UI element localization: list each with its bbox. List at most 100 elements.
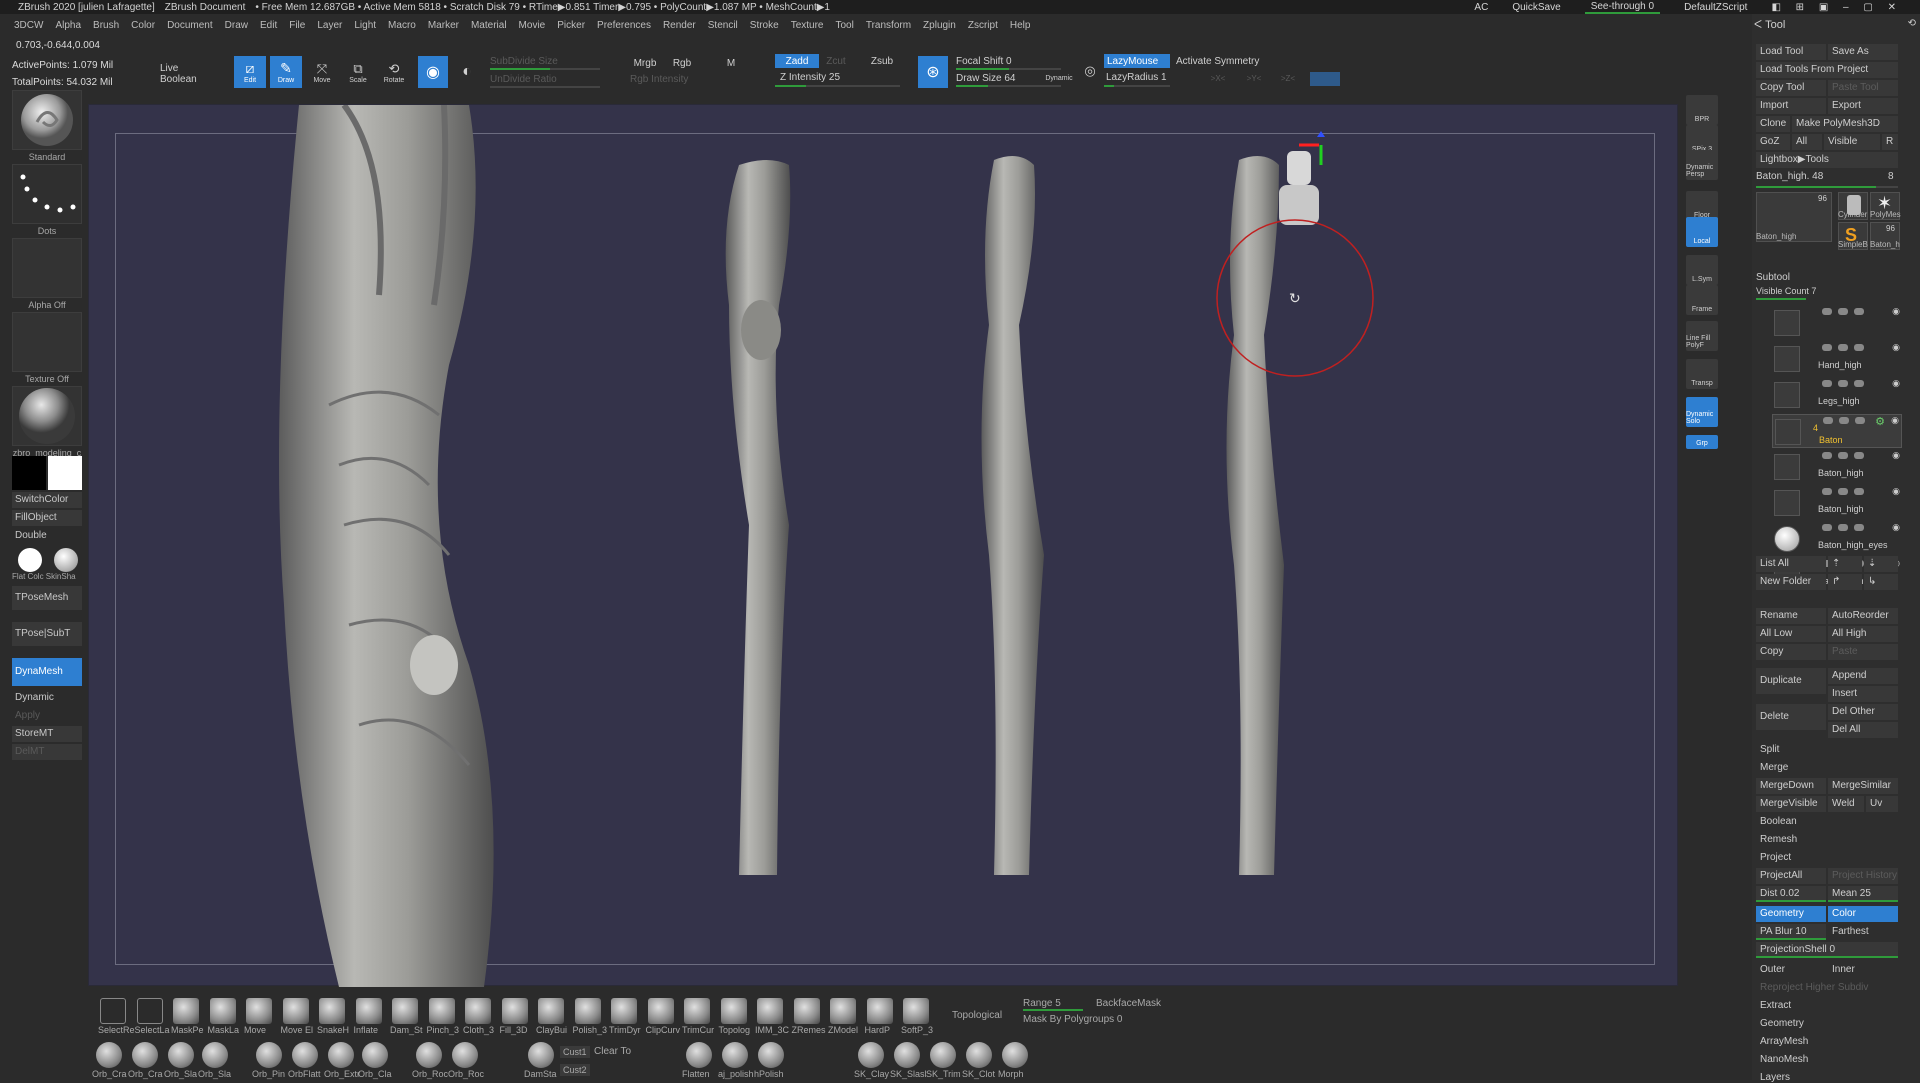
brush-slot-sk-clay[interactable] bbox=[858, 1042, 884, 1068]
tposemesh-button[interactable]: TPoseMesh bbox=[12, 586, 82, 610]
shelf-line-fill-polyf[interactable]: Line Fill PolyF bbox=[1686, 321, 1718, 351]
subdivide-size-slider[interactable] bbox=[490, 68, 600, 70]
shelf-transp[interactable]: Transp bbox=[1686, 359, 1718, 389]
rgb-intensity-label[interactable]: Rgb Intensity bbox=[630, 72, 700, 86]
shelf-local[interactable]: Local bbox=[1686, 217, 1718, 247]
toggle-icon[interactable] bbox=[1838, 380, 1848, 387]
mergedown-button[interactable]: MergeDown bbox=[1756, 778, 1826, 794]
toggle-icon[interactable] bbox=[1855, 417, 1865, 424]
material-selector[interactable] bbox=[12, 386, 82, 446]
subtool-item[interactable]: ◉ Hand_high bbox=[1772, 342, 1902, 376]
toggle-icon[interactable] bbox=[1838, 524, 1848, 531]
make-polymesh-button[interactable]: Make PolyMesh3D bbox=[1792, 116, 1898, 132]
brush-slot-orb-sla[interactable] bbox=[202, 1042, 228, 1068]
tpose-subt-button[interactable]: TPose|SubT bbox=[12, 622, 82, 646]
brush-slot-dam-st[interactable] bbox=[392, 998, 418, 1024]
menu-stencil[interactable]: Stencil bbox=[708, 20, 738, 34]
live-boolean-button[interactable]: Live Boolean bbox=[160, 63, 212, 85]
load-tool-button[interactable]: Load Tool bbox=[1756, 44, 1826, 60]
menu-texture[interactable]: Texture bbox=[791, 20, 824, 34]
rotate-button[interactable]: ⟲ Rotate bbox=[378, 56, 410, 88]
menu-tool[interactable]: Tool bbox=[835, 20, 853, 34]
menu-edit[interactable]: Edit bbox=[260, 20, 277, 34]
shelf-dynamic-solo[interactable]: Dynamic Solo bbox=[1686, 397, 1718, 427]
edit-button[interactable]: ⧄ Edit bbox=[234, 56, 266, 88]
dynamic-size-button[interactable]: Dynamic bbox=[1044, 71, 1074, 85]
undivide-ratio-slider[interactable] bbox=[490, 86, 600, 88]
menu-color[interactable]: Color bbox=[131, 20, 155, 34]
new-folder-button[interactable]: New Folder bbox=[1756, 574, 1826, 590]
pa-blur-slider[interactable]: PA Blur 10 bbox=[1756, 924, 1826, 940]
menu-document[interactable]: Document bbox=[167, 20, 213, 34]
brush-slot-orb-roc[interactable] bbox=[452, 1042, 478, 1068]
brush-slot-trimdyr[interactable] bbox=[611, 998, 637, 1024]
activate-symmetry-button[interactable]: Activate Symmetry bbox=[1176, 54, 1276, 68]
brush-slot-orb-sla[interactable] bbox=[168, 1042, 194, 1068]
reproject-button[interactable]: Reproject Higher Subdiv bbox=[1756, 980, 1898, 996]
menu-macro[interactable]: Macro bbox=[388, 20, 416, 34]
brush-slot-orb-cra[interactable] bbox=[96, 1042, 122, 1068]
symmetry-y-button[interactable]: >Y< bbox=[1244, 72, 1264, 84]
menu-zscript[interactable]: Zscript bbox=[968, 20, 998, 34]
brush-slot-hpolish[interactable] bbox=[758, 1042, 784, 1068]
toggle-icon[interactable] bbox=[1838, 308, 1848, 315]
brush-slot-orbflatt[interactable] bbox=[292, 1042, 318, 1068]
brush-slot-trimcur[interactable] bbox=[684, 998, 710, 1024]
goz-r-button[interactable]: R bbox=[1882, 134, 1898, 150]
brush-slot-imm-3c[interactable] bbox=[757, 998, 783, 1024]
project-header[interactable]: Project bbox=[1756, 850, 1898, 866]
autoreorder-button[interactable]: AutoReorder bbox=[1828, 608, 1898, 624]
brush-slot-orb-cra[interactable] bbox=[132, 1042, 158, 1068]
del-other-button[interactable]: Del Other bbox=[1828, 704, 1898, 720]
brush-slot-move[interactable] bbox=[246, 998, 272, 1024]
toggle-icon[interactable] bbox=[1822, 380, 1832, 387]
m-button[interactable]: M bbox=[722, 56, 740, 70]
paste-tool-button[interactable]: Paste Tool bbox=[1828, 80, 1898, 96]
toggle-icon[interactable] bbox=[1822, 452, 1832, 459]
submenu-arraymesh[interactable]: ArrayMesh bbox=[1760, 1036, 1808, 1047]
color-toggle[interactable]: Color bbox=[1828, 906, 1898, 922]
boolean-header[interactable]: Boolean bbox=[1756, 814, 1898, 830]
toggle-icon[interactable] bbox=[1839, 417, 1849, 424]
brush-slot-sk-clot[interactable] bbox=[966, 1042, 992, 1068]
del-all-button[interactable]: Del All bbox=[1828, 722, 1898, 738]
eye-icon[interactable]: ◉ bbox=[1892, 486, 1900, 497]
toggle-icon[interactable] bbox=[1838, 488, 1848, 495]
topological-toggle[interactable]: Topological bbox=[952, 1010, 1002, 1021]
menu-draw[interactable]: Draw bbox=[225, 20, 248, 34]
range-slider[interactable]: Range 5 bbox=[1023, 998, 1083, 1011]
all-high-button[interactable]: All High bbox=[1828, 626, 1898, 642]
subtool-item[interactable]: ◉ bbox=[1772, 306, 1902, 340]
window-controls[interactable]: ◧ ⊞ ▣ – ▢ ✕ bbox=[1771, 2, 1902, 13]
copy-tool-button[interactable]: Copy Tool bbox=[1756, 80, 1826, 96]
merge-header[interactable]: Merge bbox=[1756, 760, 1898, 776]
outer-button[interactable]: Outer bbox=[1756, 962, 1826, 978]
lazy-icon[interactable]: ◎ bbox=[1080, 60, 1100, 82]
toggle-icon[interactable] bbox=[1854, 524, 1864, 531]
subtool-header[interactable]: Subtool bbox=[1756, 272, 1790, 283]
toggle-icon[interactable] bbox=[1838, 344, 1848, 351]
canvas-viewport[interactable]: ↻ bbox=[88, 104, 1678, 987]
menu-stroke[interactable]: Stroke bbox=[750, 20, 779, 34]
shelf-frame[interactable]: Frame bbox=[1686, 285, 1718, 315]
brush-slot-claybui[interactable] bbox=[538, 998, 564, 1024]
brush-slot-damsta[interactable] bbox=[528, 1042, 554, 1068]
zadd-button[interactable]: Zadd bbox=[775, 54, 819, 68]
scale-button[interactable]: ⧉ Scale bbox=[342, 56, 374, 88]
submenu-geometry[interactable]: Geometry bbox=[1760, 1018, 1804, 1029]
lightbox-tools-button[interactable]: Lightbox▶Tools bbox=[1756, 152, 1898, 168]
menu-brush[interactable]: Brush bbox=[93, 20, 119, 34]
menu-layer[interactable]: Layer bbox=[317, 20, 342, 34]
menu-light[interactable]: Light bbox=[354, 20, 376, 34]
move-up-button[interactable]: ⇡ bbox=[1828, 556, 1862, 572]
brush-slot-zmodel[interactable] bbox=[830, 998, 856, 1024]
projectall-button[interactable]: ProjectAll bbox=[1756, 868, 1826, 884]
menu-picker[interactable]: Picker bbox=[557, 20, 585, 34]
lazymouse-button[interactable]: LazyMouse bbox=[1104, 54, 1170, 68]
menu-movie[interactable]: Movie bbox=[519, 20, 546, 34]
toggle-icon[interactable] bbox=[1823, 417, 1833, 424]
undivide-ratio-label[interactable]: UnDivide Ratio bbox=[490, 72, 580, 86]
brush-slot-selectre[interactable] bbox=[100, 998, 126, 1024]
project-history-button[interactable]: Project History bbox=[1828, 868, 1898, 884]
toggle-icon[interactable] bbox=[1822, 488, 1832, 495]
